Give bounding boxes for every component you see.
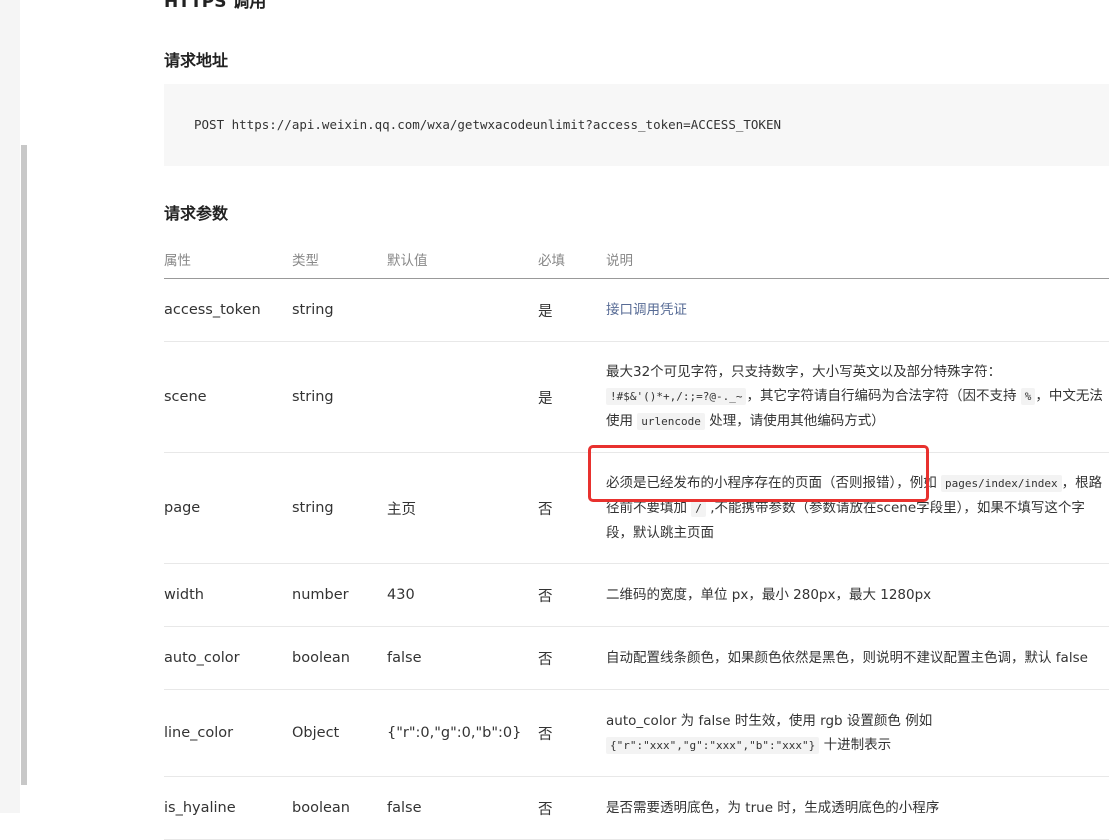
desc-line: 段，默认跳主页面 <box>606 525 714 541</box>
request-params-title: 请求参数 <box>164 204 229 223</box>
param-description: 是否需要透明底色，为 true 时，生成透明底色的小程序 <box>606 776 1109 840</box>
desc-text: ，中文无法 <box>1035 388 1103 404</box>
param-type: boolean <box>292 626 387 690</box>
desc-text: 使用 <box>606 413 633 429</box>
inline-code: !#$&'()*+,/:;=?@-._~ <box>606 388 747 405</box>
param-required: 是 <box>538 341 606 453</box>
param-name: scene <box>164 341 292 453</box>
desc-text: 处理，请使用其他编码方式） <box>709 413 885 429</box>
param-required: 否 <box>538 776 606 840</box>
desc-line: !#$&'()*+,/:;=?@-._~ ，其它字符请自行编码为合法字符（因不支持… <box>606 384 1109 409</box>
header-type: 类型 <box>292 240 387 279</box>
param-description: 必须是已经发布的小程序存在的页面（否则报错），例如 pages/index/in… <box>606 452 1109 564</box>
param-type: Object <box>292 689 387 777</box>
param-description: auto_color 为 false 时生效，使用 rgb 设置颜色 例如 {"… <box>606 689 1109 777</box>
inline-code: % <box>1020 388 1036 405</box>
param-required: 否 <box>538 689 606 777</box>
desc-line: 径前不要填加 / ,不能携带参数（参数请放在scene字段里），如果不填写这个字 <box>606 496 1109 521</box>
param-type: string <box>292 341 387 453</box>
table-row: scene string 是 最大32个可见字符，只支持数字，大小写英文以及部分… <box>164 341 1109 453</box>
param-name: access_token <box>164 278 292 342</box>
header-property: 属性 <box>164 240 292 279</box>
header-default: 默认值 <box>387 240 538 279</box>
access-token-link[interactable]: 接口调用凭证 <box>606 302 687 318</box>
params-table: 属性 类型 默认值 必填 说明 access_token string 是 接口… <box>164 240 1109 840</box>
param-name: is_hyaline <box>164 776 292 840</box>
param-required: 是 <box>538 278 606 342</box>
table-row: width number 430 否 二维码的宽度，单位 px，最小 280px… <box>164 563 1109 627</box>
param-required: 否 <box>538 452 606 564</box>
param-name: line_color <box>164 689 292 777</box>
param-description: 自动配置线条颜色，如果颜色依然是黑色，则说明不建议配置主色调，默认 false <box>606 626 1109 690</box>
section-heading-https: HTTPS 调用 <box>164 0 267 12</box>
desc-text: 必须是已经发布的小程序存在的页面（否则报错），例如 <box>606 475 937 491</box>
table-row: is_hyaline boolean false 否 是否需要透明底色，为 tr… <box>164 776 1109 840</box>
table-row: access_token string 是 接口调用凭证 <box>164 278 1109 342</box>
desc-text: ，根路 <box>1061 475 1103 491</box>
request-url-codeblock: POST https://api.weixin.qq.com/wxa/getwx… <box>164 84 1109 166</box>
table-row: line_color Object {"r":0,"g":0,"b":0} 否 … <box>164 689 1109 777</box>
desc-line: auto_color 为 false 时生效，使用 rgb 设置颜色 例如 <box>606 712 933 729</box>
param-name: page <box>164 452 292 564</box>
param-type: string <box>292 452 387 564</box>
param-default: 主页 <box>387 452 538 564</box>
header-required: 必填 <box>538 240 606 279</box>
desc-line: 必须是已经发布的小程序存在的页面（否则报错），例如 pages/index/in… <box>606 471 1109 496</box>
scrollbar[interactable] <box>21 145 27 785</box>
param-required: 否 <box>538 626 606 690</box>
param-default: false <box>387 626 538 690</box>
param-name: width <box>164 563 292 627</box>
desc-text: 十进制表示 <box>823 736 892 753</box>
desc-line: {"r":"xxx","g":"xxx","b":"xxx"} 十进制表示 <box>606 733 1109 758</box>
param-description: 接口调用凭证 <box>606 278 1109 342</box>
param-type: string <box>292 278 387 342</box>
request-url-title: 请求地址 <box>164 51 229 70</box>
header-description: 说明 <box>606 240 1109 279</box>
param-default: false <box>387 776 538 840</box>
table-header-row: 属性 类型 默认值 必填 说明 <box>164 240 1109 279</box>
param-type: number <box>292 563 387 627</box>
param-name: auto_color <box>164 626 292 690</box>
desc-line: 最大32个可见字符，只支持数字，大小写英文以及部分特殊字符： <box>606 364 1002 380</box>
param-default <box>387 278 538 342</box>
desc-line: 使用 urlencode 处理，请使用其他编码方式） <box>606 409 1109 434</box>
param-type: boolean <box>292 776 387 840</box>
inline-code: urlencode <box>637 413 705 430</box>
table-row: page string 主页 否 必须是已经发布的小程序存在的页面（否则报错），… <box>164 452 1109 564</box>
desc-text: ,不能携带参数（参数请放在scene字段里），如果不填写这个字 <box>710 500 1085 516</box>
param-default <box>387 341 538 453</box>
desc-text: ，其它字符请自行编码为合法字符（因不支持 <box>746 388 1017 404</box>
param-description: 二维码的宽度，单位 px，最小 280px，最大 1280px <box>606 563 1109 627</box>
desc-text: 径前不要填加 <box>606 500 687 516</box>
param-default: {"r":0,"g":0,"b":0} <box>387 689 538 777</box>
inline-code: pages/index/index <box>941 475 1062 492</box>
table-row: auto_color boolean false 否 自动配置线条颜色，如果颜色… <box>164 626 1109 690</box>
inline-code: {"r":"xxx","g":"xxx","b":"xxx"} <box>606 736 820 754</box>
inline-code: / <box>691 500 706 517</box>
param-default: 430 <box>387 563 538 627</box>
left-gutter <box>0 0 20 813</box>
request-url-code: POST https://api.weixin.qq.com/wxa/getwx… <box>194 117 781 132</box>
param-required: 否 <box>538 563 606 627</box>
param-description: 最大32个可见字符，只支持数字，大小写英文以及部分特殊字符： !#$&'()*+… <box>606 341 1109 453</box>
